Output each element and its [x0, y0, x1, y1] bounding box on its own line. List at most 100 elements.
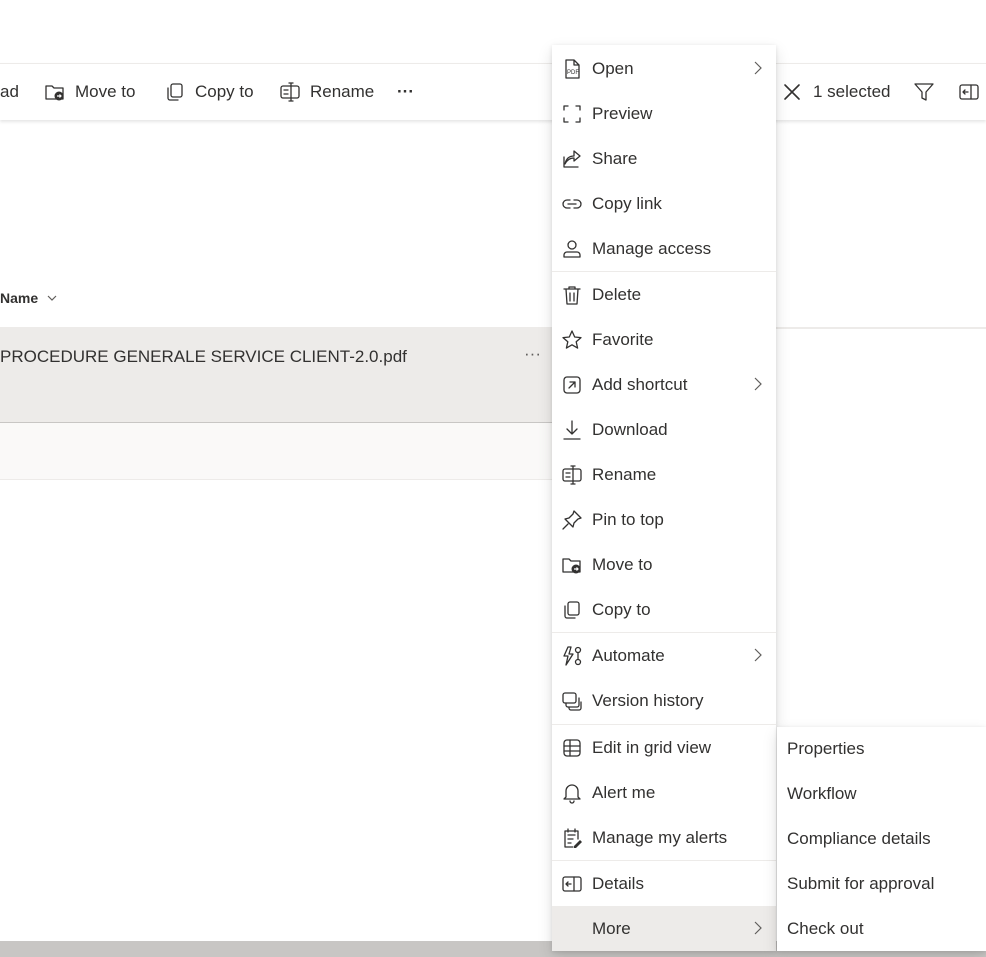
svg-text:PDF: PDF [567, 70, 579, 76]
menu-item-label: Version history [592, 690, 704, 710]
copy-icon [164, 81, 195, 103]
submenu-item-submit-for-approval[interactable]: Submit for approval [787, 874, 934, 894]
menu-item-label: Edit in grid view [592, 737, 712, 757]
command-bar: ad Move to Copy to Rename ··· 1 selected [0, 63, 986, 120]
menu-item-label: Automate [592, 645, 665, 665]
menu-item-label: Manage access [592, 238, 712, 258]
chevron-right-icon [753, 648, 763, 662]
menu-item-share[interactable]: Share [552, 136, 776, 181]
more-label: ··· [397, 82, 414, 101]
menu-item-label: More [592, 918, 631, 938]
chevron-right-icon [753, 61, 763, 75]
alerts-list-icon [561, 827, 583, 849]
download-button[interactable]: ad [0, 64, 19, 120]
menu-item-label: Copy to [592, 599, 651, 619]
copy-to-label: Copy to [195, 82, 254, 101]
details-icon [958, 81, 986, 103]
share-icon [561, 148, 583, 170]
chevron-down-icon [38, 294, 57, 302]
link-icon [561, 193, 583, 215]
version-history-icon [561, 690, 583, 712]
preview-icon [561, 103, 583, 125]
bell-icon [561, 782, 583, 804]
menu-item-version-history[interactable]: Version history [552, 678, 776, 723]
menu-item-rename[interactable]: Rename [552, 452, 776, 497]
menu-item-automate[interactable]: Automate [552, 633, 776, 678]
menu-item-more[interactable]: More [552, 906, 776, 951]
menu-item-label: Details [592, 873, 644, 893]
menu-item-label: Alert me [592, 782, 656, 802]
submenu-item-compliance-details[interactable]: Compliance details [787, 829, 931, 849]
clear-selection-button[interactable]: 1 selected [782, 64, 891, 120]
menu-item-label: Pin to top [592, 509, 664, 529]
shortcut-icon [561, 374, 583, 396]
name-column-header[interactable]: Name [0, 290, 57, 306]
move-folder-icon [561, 554, 583, 576]
menu-item-label: Open [592, 58, 634, 78]
menu-item-manage-access[interactable]: Manage access [552, 226, 776, 271]
person-icon [561, 238, 583, 260]
menu-item-delete[interactable]: Delete [552, 272, 776, 317]
details-icon [561, 873, 583, 895]
table-row[interactable] [0, 327, 552, 423]
menu-item-label: Preview [592, 103, 653, 123]
chevron-right-icon [753, 921, 763, 935]
table-row-empty [0, 423, 552, 480]
submenu-item-properties[interactable]: Properties [787, 739, 864, 759]
file-name[interactable]: PROCEDURE GENERALE SERVICE CLIENT-2.0.pd… [0, 347, 407, 367]
automate-icon [561, 645, 583, 667]
menu-item-download[interactable]: Download [552, 407, 776, 452]
row-more-button[interactable]: ··· [524, 344, 541, 364]
name-header-label: Name [0, 290, 39, 306]
menu-item-label: Delete [592, 284, 642, 304]
more-submenu: Properties Workflow Compliance details S… [777, 727, 986, 951]
close-icon [782, 82, 811, 102]
menu-item-copy-to[interactable]: Copy to [552, 587, 776, 632]
chevron-right-icon [753, 377, 763, 391]
menu-item-label: Manage my alerts [592, 827, 728, 847]
rename-icon [561, 464, 583, 486]
more-commands-button[interactable]: ··· [397, 64, 414, 120]
menu-item-label: Favorite [592, 329, 654, 349]
menu-item-label: Rename [592, 464, 657, 484]
pdf-file-icon: PDF [561, 58, 583, 80]
menu-item-manage-alerts[interactable]: Manage my alerts [552, 815, 776, 860]
menu-item-label: Copy link [592, 193, 662, 213]
submenu-item-check-out[interactable]: Check out [787, 919, 864, 939]
header-divider [776, 327, 986, 329]
menu-item-label: Share [592, 148, 638, 168]
menu-item-preview[interactable]: Preview [552, 91, 776, 136]
rename-label: Rename [310, 82, 375, 101]
menu-item-add-shortcut[interactable]: Add shortcut [552, 362, 776, 407]
grid-icon [561, 737, 583, 759]
details-pane-button[interactable] [958, 64, 986, 120]
menu-item-label: Add shortcut [592, 374, 688, 394]
menu-item-copy-link[interactable]: Copy link [552, 181, 776, 226]
menu-item-edit-grid-view[interactable]: Edit in grid view [552, 725, 776, 770]
filter-button[interactable] [913, 64, 944, 120]
trash-icon [561, 284, 583, 306]
menu-item-label: Move to [592, 554, 653, 574]
menu-item-open[interactable]: PDF Open [552, 46, 776, 91]
menu-item-favorite[interactable]: Favorite [552, 317, 776, 362]
menu-item-move-to[interactable]: Move to [552, 542, 776, 587]
menu-item-details[interactable]: Details [552, 861, 776, 906]
move-folder-icon [44, 81, 75, 103]
copy-to-button[interactable]: Copy to [164, 64, 254, 120]
move-to-button[interactable]: Move to [44, 64, 135, 120]
menu-item-pin-to-top[interactable]: Pin to top [552, 497, 776, 542]
filter-icon [913, 81, 944, 103]
move-to-label: Move to [75, 82, 136, 101]
menu-item-alert-me[interactable]: Alert me [552, 770, 776, 815]
submenu-item-workflow[interactable]: Workflow [787, 784, 857, 804]
context-menu: PDF Open Preview Share Copy link Manage … [552, 45, 776, 951]
menu-item-label: Download [592, 419, 668, 439]
rename-button[interactable]: Rename [279, 64, 374, 120]
selection-count: 1 selected [813, 82, 891, 101]
rename-icon [279, 81, 310, 103]
download-label: ad [0, 82, 19, 101]
copy-icon [561, 599, 583, 621]
star-icon [561, 329, 583, 351]
pin-icon [561, 509, 583, 531]
download-icon [561, 419, 583, 441]
